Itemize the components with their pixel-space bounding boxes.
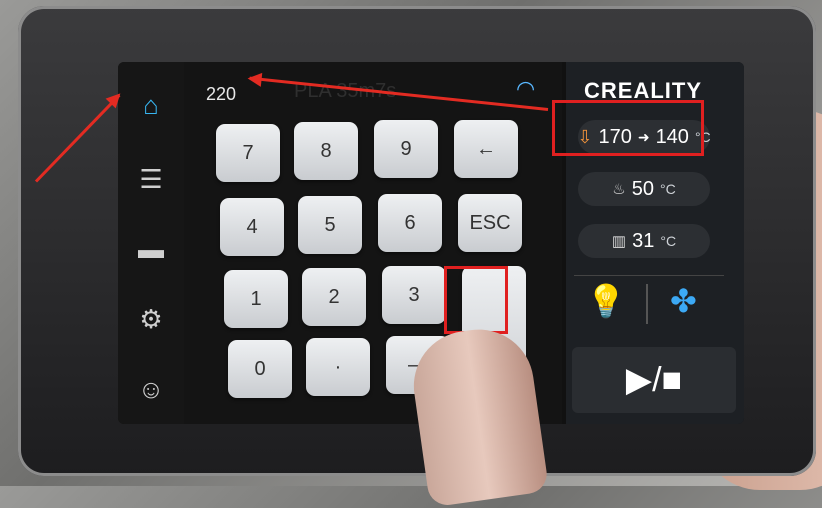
robot-icon[interactable]: ☺ [136,374,166,404]
folder-icon[interactable]: ▬ [136,234,166,264]
light-bulb-icon[interactable]: 💡 [586,282,626,320]
key-2[interactable]: 2 [302,268,366,326]
key-4[interactable]: 4 [220,198,284,256]
keypad-display-value: 220 [206,84,237,104]
bed-temp-value: 50 [631,177,654,200]
key-decimal[interactable]: · [306,338,370,396]
key-3[interactable]: 3 [382,266,446,324]
home-icon[interactable]: ⌂ [136,90,166,120]
key-8[interactable]: 8 [294,122,358,180]
sidebar: ⌂ ☰ ▬ ⚙ ☺ [118,62,185,424]
vertical-divider [646,284,648,324]
annotation-box-ok [444,266,508,334]
fan-icon[interactable]: ✤ [670,282,697,320]
chamber-unit: °C [660,233,677,249]
settings-sliders-icon[interactable]: ☰ [136,164,166,194]
chamber-temp-value: 31 [632,229,655,252]
play-stop-icon: ▶/■ [625,361,683,399]
esc-button[interactable]: ESC [458,194,522,252]
play-stop-button[interactable]: ▶/■ [572,347,736,413]
key-1[interactable]: 1 [224,270,288,328]
gear-icon[interactable]: ⚙ [136,304,166,334]
wifi-icon: ◠ [516,76,536,101]
key-6[interactable]: 6 [378,194,442,252]
chamber-icon: ▥ [611,233,627,250]
key-0[interactable]: 0 [228,340,292,398]
key-7[interactable]: 7 [216,124,280,182]
bed-temp-pill[interactable]: ♨ 50 °C [578,172,710,206]
bed-unit: °C [659,181,676,197]
chamber-temp-pill[interactable]: ▥ 31 °C [578,224,710,258]
key-9[interactable]: 9 [374,120,438,178]
heated-bed-icon: ♨ [612,181,626,198]
annotation-box-nozzle [552,100,704,156]
backspace-button[interactable]: ← [454,120,518,178]
key-5[interactable]: 5 [298,196,362,254]
divider [574,275,724,276]
